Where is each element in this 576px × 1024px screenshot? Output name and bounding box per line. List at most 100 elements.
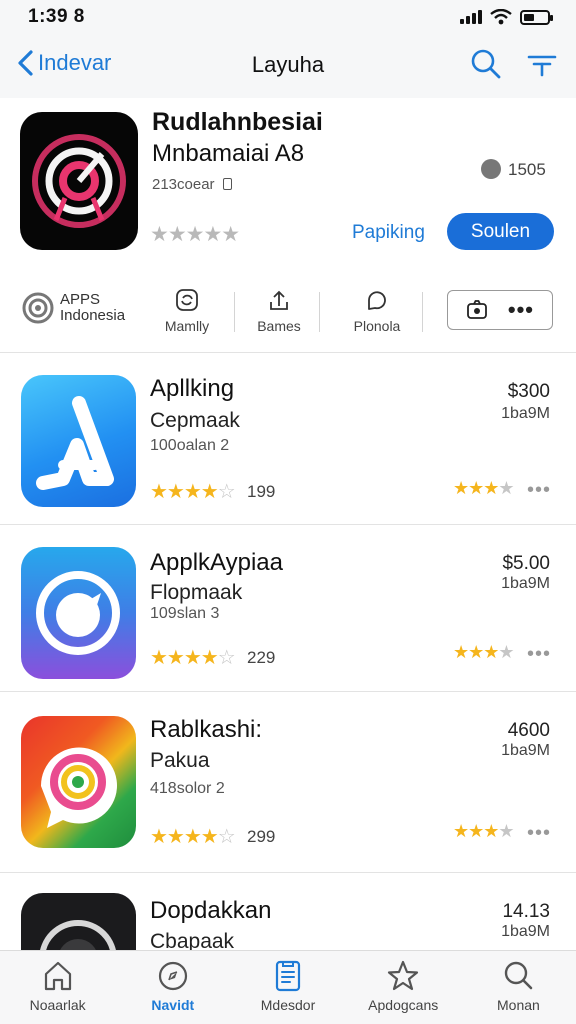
app-more-button[interactable]: •••: [527, 479, 551, 502]
tab-label: Monan: [497, 997, 540, 1013]
stars-filled: ★★★★: [150, 826, 219, 848]
app-meta: 109slan 3: [150, 605, 220, 622]
app-rating-stars: ★★★★☆: [150, 824, 236, 849]
featured-app-rating: ★★★★★: [150, 223, 240, 246]
star-icon: [388, 960, 419, 991]
app-rating-count: 199: [247, 482, 276, 501]
back-label: Indevar: [38, 50, 112, 75]
status-bar: 1:39 8: [0, 0, 576, 34]
compass-icon: [158, 961, 187, 991]
featured-app-subtitle: Mnbamaiai A8: [152, 140, 305, 167]
device-icon: [222, 178, 232, 190]
developer-name: 213coear: [152, 176, 215, 193]
divider: [319, 292, 320, 332]
stars-filled: ★★★★: [150, 647, 219, 669]
app-rating-count: 229: [247, 648, 276, 667]
app-rating-stars-small: ★★★★: [453, 642, 515, 663]
chevron-left-icon: [18, 50, 33, 76]
status-time: 1:39 8: [28, 6, 85, 27]
app-subtitle: Flopmaak: [150, 581, 243, 604]
home-icon: [44, 961, 71, 991]
brand: APPS Indonesia: [22, 292, 125, 324]
list-icon: [275, 960, 301, 992]
tab-label: Apdogcans: [368, 997, 439, 1013]
stars-filled: ★★★★: [150, 481, 219, 503]
refresh-icon: [176, 289, 198, 311]
app-size: 1ba9M: [501, 923, 550, 940]
brand-line2: Indonesia: [60, 307, 126, 324]
tab-label: Navidt: [151, 997, 195, 1013]
tab-navidt[interactable]: Navidt: [115, 951, 230, 1024]
wifi-icon: [490, 9, 512, 25]
tab-bar: Noaarlak Navidt Mdesdor Apdogcans Monan: [0, 950, 576, 1024]
featured-app-developer: 213coear: [152, 176, 232, 193]
tab-monan[interactable]: Monan: [461, 951, 576, 1024]
filter-icon[interactable]: [526, 48, 558, 80]
search-icon[interactable]: [470, 48, 502, 80]
app-rating-stars-small: ★★★★: [453, 821, 515, 842]
app-subtitle: Cbapaak: [150, 930, 235, 950]
app-meta: 100oalan 2: [150, 437, 230, 454]
tab-label: Mdesdor: [260, 997, 316, 1013]
app-list-item[interactable]: ApplkAypiaa Flopmaak 109slan 3 ★★★★☆ 229…: [0, 524, 576, 692]
app-icon: [21, 893, 136, 950]
app-list-item[interactable]: Rablkashi: Pakua 418solor 2 ★★★★☆ 299 46…: [0, 691, 576, 859]
status-dot-icon: [481, 159, 501, 179]
featured-app-count: 1505: [508, 160, 546, 179]
app-meta: 418solor 2: [150, 780, 225, 797]
divider: [234, 292, 235, 332]
app-subtitle: Pakua: [150, 749, 210, 772]
nav-bar: Indevar Layuha: [0, 34, 576, 98]
category-label: Mamlly: [164, 318, 210, 334]
app-list-item[interactable]: Apllking Cepmaak 100oalan 2 ★★★★☆ 199 $3…: [0, 352, 576, 520]
battery-icon: [520, 9, 553, 25]
signal-icon: [460, 10, 482, 24]
app-title: Rablkashi:: [150, 716, 263, 743]
tab-mdesdor[interactable]: Mdesdor: [230, 951, 345, 1024]
tab-apdogcans[interactable]: Apdogcans: [346, 951, 461, 1024]
app-price: $5.00: [502, 553, 550, 574]
upload-icon: [270, 290, 288, 310]
featured-app-name: Rudlahnbesiai: [152, 108, 323, 136]
app-more-button[interactable]: •••: [527, 643, 551, 666]
app-rating-count: 299: [247, 827, 276, 846]
category-actions: •••: [447, 290, 553, 330]
brand-logo-icon: [22, 292, 54, 324]
category-item[interactable]: Plonola: [338, 288, 416, 334]
stars-empty: ☆: [217, 647, 236, 669]
app-price: 14.13: [502, 901, 550, 922]
app-icon: [21, 547, 136, 679]
camera-icon[interactable]: [466, 299, 488, 321]
app-rating-stars: ★★★★☆: [150, 479, 236, 504]
stars-empty: ☆: [217, 481, 236, 503]
app-size: 1ba9M: [501, 742, 550, 759]
category-item[interactable]: Bames: [240, 288, 318, 334]
get-button[interactable]: Soulen: [447, 213, 554, 250]
featured-app-link[interactable]: Papiking: [352, 222, 425, 244]
stars-empty: ★: [498, 642, 514, 662]
brand-line1: APPS: [60, 291, 101, 308]
featured-app[interactable]: Rudlahnbesiai Mnbamaiai A8 213coear ★★★★…: [0, 98, 576, 266]
stars-empty: ★: [498, 478, 514, 498]
tab-home[interactable]: Noaarlak: [0, 951, 115, 1024]
category-item[interactable]: Mamlly: [148, 288, 226, 334]
app-list-item[interactable]: Dopdakkan Cbapaak 14.13 1ba9M: [0, 872, 576, 950]
brand-text: APPS Indonesia: [60, 292, 125, 324]
back-button[interactable]: Indevar: [16, 50, 111, 76]
app-rating-stars: ★★★★☆: [150, 645, 236, 670]
featured-app-icon: [20, 112, 138, 250]
search-icon: [505, 961, 533, 990]
more-button[interactable]: •••: [508, 299, 534, 321]
app-title: ApplkAypiaa: [150, 549, 283, 576]
category-label: Plonola: [353, 318, 401, 334]
stars-empty: ☆: [217, 826, 236, 848]
category-row: APPS Indonesia Mamlly Bames Plonola •••: [0, 278, 576, 344]
stars-filled: ★★★: [453, 821, 499, 841]
app-icon: [21, 375, 136, 507]
app-more-button[interactable]: •••: [527, 822, 551, 845]
stars-filled: ★★★: [453, 642, 499, 662]
divider: [422, 292, 423, 332]
status-icons: [460, 9, 553, 25]
app-size: 1ba9M: [501, 575, 550, 592]
app-title: Apllking: [150, 375, 235, 402]
